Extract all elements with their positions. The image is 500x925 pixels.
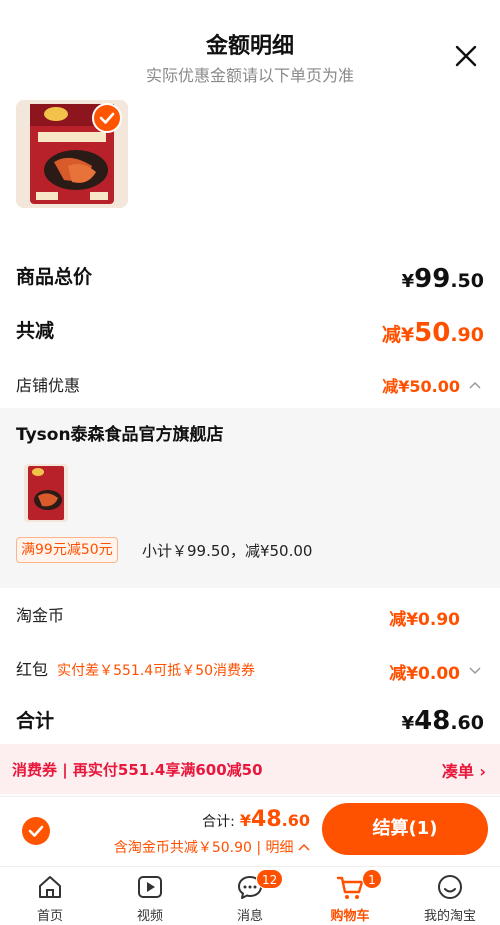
tab-video-label: 视频 xyxy=(136,909,163,924)
savings-detail-link[interactable]: 含淘金币共减￥50.90 | 明细 xyxy=(114,837,310,857)
goods-total-label: 商品总价 xyxy=(16,266,93,288)
red-packet-title: 红包 xyxy=(16,660,49,679)
tab-messages-label: 消息 xyxy=(236,909,263,924)
amount-detail-sheet: 金额明细 实际优惠金额请以下单页为准 商品总价 ¥99.50 共减 减¥50.9… xyxy=(0,0,500,925)
checkout-bar: 合计: ¥48.60 含淘金币共减￥50.90 | 明细 结算(1) xyxy=(0,796,500,866)
tab-home[interactable]: 首页 xyxy=(0,867,100,925)
home-icon xyxy=(39,876,61,898)
promo-tag: 满99元减50元 xyxy=(16,537,118,563)
store-discount-label: 店铺优惠 xyxy=(16,376,81,395)
coupon-banner[interactable]: 消费券 | 再实付551.4享满600减50 凑单 › xyxy=(0,744,500,794)
tab-profile[interactable]: 我的淘宝 xyxy=(400,867,500,925)
total-label: 合计 xyxy=(16,710,55,732)
total-discount-row: 共减 减¥50.90 xyxy=(16,316,484,350)
tab-home-label: 首页 xyxy=(36,909,63,924)
product-image xyxy=(24,464,68,522)
sheet-header: 金额明细 实际优惠金额请以下单页为准 xyxy=(0,0,500,100)
store-discount-row[interactable]: 店铺优惠 减¥50.00 xyxy=(16,372,484,398)
sheet-title: 金额明细 xyxy=(205,34,294,59)
chevron-up-icon xyxy=(298,843,310,851)
red-packet-row[interactable]: 红包 实付差￥551.4可抵￥50消费券 减¥0.00 xyxy=(16,656,484,684)
goods-total-row: 商品总价 ¥99.50 xyxy=(16,262,484,296)
add-items-link[interactable]: 凑单 › xyxy=(442,758,486,782)
bottom-tab-bar: 首页 视频 12 消息 1 购物车 我的淘宝 xyxy=(0,866,500,925)
cart-icon xyxy=(336,876,364,899)
goods-total-value: ¥99.50 xyxy=(401,264,484,294)
message-count-badge: 12 xyxy=(256,869,284,889)
red-packet-label: 红包 实付差￥551.4可抵￥50消费券 xyxy=(16,656,255,680)
close-icon[interactable] xyxy=(454,44,478,68)
cart-count-badge: 1 xyxy=(362,869,382,889)
total-value: ¥48.60 xyxy=(401,706,484,736)
coins-row: 淘金币 减¥0.90 xyxy=(16,602,484,630)
selected-check-icon[interactable] xyxy=(92,103,122,133)
coupon-banner-text: 消费券 | 再实付551.4享满600减50 xyxy=(12,761,263,779)
savings-text: 含淘金币共减￥50.90 | 明细 xyxy=(113,840,294,856)
checkout-button[interactable]: 结算(1) xyxy=(322,803,488,855)
total-discount-value: 减¥50.90 xyxy=(381,318,484,348)
profile-icon xyxy=(438,875,462,899)
coins-label: 淘金币 xyxy=(16,606,65,625)
shop-name: Tyson泰森食品官方旗舰店 xyxy=(16,425,224,445)
tab-cart-label: 购物车 xyxy=(330,909,370,924)
total-discount-label: 共减 xyxy=(16,320,55,342)
select-all-check-icon[interactable] xyxy=(22,817,50,845)
checkout-total-label: 合计: xyxy=(202,814,235,830)
coins-value: 减¥0.90 xyxy=(389,610,460,630)
tab-profile-label: 我的淘宝 xyxy=(423,909,476,924)
tab-video[interactable]: 视频 xyxy=(100,867,200,925)
checkout-total-amount: ¥48.60 xyxy=(239,807,310,832)
tab-messages[interactable]: 12 消息 xyxy=(200,867,300,925)
sheet-subtitle: 实际优惠金额请以下单页为准 xyxy=(145,66,354,85)
shop-subtotal: 小计￥99.50，减¥50.00 xyxy=(142,542,313,560)
shop-product-thumbnail[interactable] xyxy=(24,464,68,522)
video-icon xyxy=(138,876,162,898)
chevron-up-icon[interactable] xyxy=(468,378,482,392)
red-packet-note: 实付差￥551.4可抵￥50消费券 xyxy=(57,663,256,679)
total-row: 合计 ¥48.60 xyxy=(16,706,484,740)
chevron-down-icon[interactable] xyxy=(468,664,482,678)
tab-cart[interactable]: 1 购物车 xyxy=(300,867,400,925)
checkout-total: 合计: ¥48.60 xyxy=(202,807,310,832)
